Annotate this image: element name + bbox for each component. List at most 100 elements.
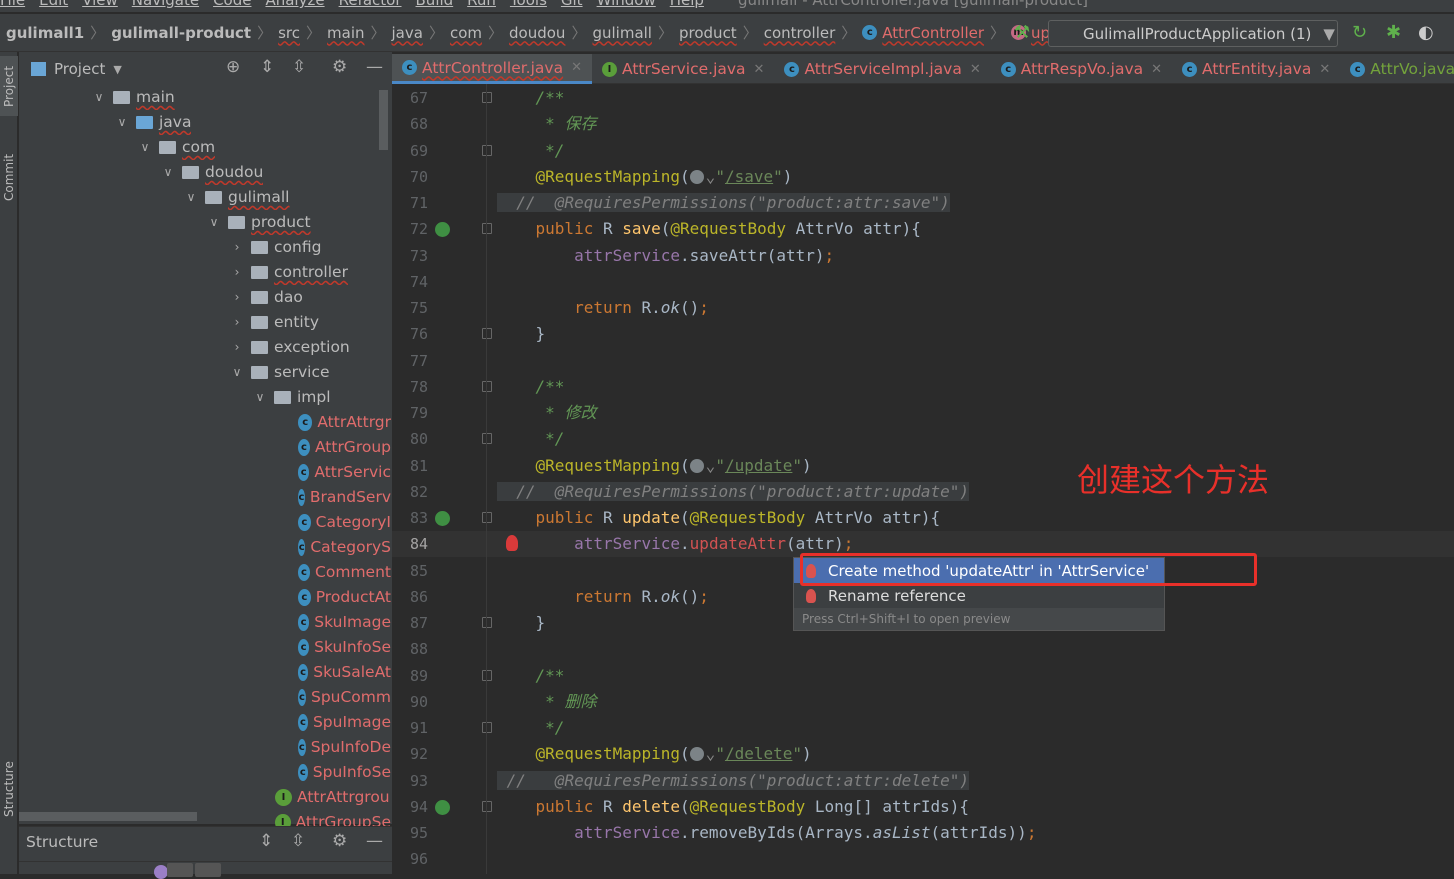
run-endpoint-icon[interactable] (435, 511, 450, 526)
fold-icon[interactable] (482, 433, 492, 445)
tree-item[interactable]: c SpuInfoDe (298, 735, 391, 760)
run-endpoint-icon[interactable] (435, 222, 450, 238)
chevron-down-icon[interactable]: ∨ (160, 160, 176, 185)
tree-vertical-scrollbar[interactable] (379, 90, 388, 150)
close-icon[interactable]: ✕ (1151, 62, 1162, 77)
hide-icon[interactable]: — (366, 831, 383, 851)
globe-icon[interactable] (689, 458, 704, 473)
structure-tool-tab[interactable]: Structure (0, 752, 18, 827)
tree-item[interactable]: ∨ com (137, 135, 216, 160)
tree-item[interactable]: c CategoryI (298, 510, 391, 535)
menu-item-help[interactable]: Help (670, 0, 704, 9)
tree-item[interactable]: › config (229, 235, 322, 260)
menu-item-build[interactable]: Build (416, 0, 454, 9)
debug-icon[interactable]: ✱ (1386, 22, 1401, 43)
chevron-right-icon[interactable]: › (229, 310, 245, 335)
run-configuration-select[interactable]: GulimallProductApplication (1) ▼ (1048, 20, 1338, 47)
breadcrumb-item[interactable]: com (450, 24, 482, 42)
menu-item-git[interactable]: Git (561, 0, 583, 9)
menu-item-code[interactable]: Code (213, 0, 251, 9)
fold-icon[interactable] (482, 92, 492, 103)
tree-item[interactable]: c AttrGroup (298, 435, 391, 460)
close-icon[interactable]: ✕ (970, 62, 981, 77)
tab-attrcontroller[interactable]: c AttrController.java ✕ (392, 54, 592, 84)
tree-item[interactable]: c ProductAt (298, 585, 391, 610)
tree-item[interactable]: c SkuInfoSe (298, 635, 391, 660)
menu-item-refactor[interactable]: Refactor (339, 0, 402, 9)
breadcrumb-item[interactable]: doudou (509, 24, 565, 42)
sort-visibility-icon[interactable] (154, 865, 168, 879)
hide-icon[interactable]: — (366, 57, 383, 77)
tab-attrvo[interactable]: cAttrVo.java✕ (1340, 54, 1454, 84)
chevron-down-icon[interactable]: ⌄ (706, 167, 716, 186)
chevron-down-icon[interactable]: ∨ (206, 210, 222, 235)
chevron-down-icon[interactable]: ∨ (91, 85, 107, 110)
gear-icon[interactable]: ⚙ (332, 57, 347, 77)
menu-item-edit[interactable]: Edit (39, 0, 68, 9)
show-inherited-icon[interactable] (195, 863, 221, 877)
tree-item[interactable]: c SpuImage (298, 710, 391, 735)
tree-item[interactable]: c SkuSaleAt (298, 660, 391, 685)
collapse-all-icon[interactable]: ⇳ (292, 57, 306, 77)
close-icon[interactable]: ✕ (571, 60, 582, 75)
tab-attrrespvo[interactable]: c AttrRespVo.java ✕ (991, 54, 1172, 84)
fold-icon[interactable] (482, 617, 492, 628)
tree-item[interactable]: c Comment (298, 560, 391, 585)
breadcrumb-item[interactable]: gulimall1 (6, 24, 84, 42)
breadcrumb-item[interactable]: java (392, 24, 423, 42)
tree-item[interactable]: c AttrServic (298, 460, 391, 485)
tree-item[interactable]: c BrandServ (298, 485, 391, 510)
rename-reference-action[interactable]: Rename reference (794, 583, 1164, 608)
fold-icon[interactable] (482, 669, 492, 681)
globe-icon[interactable] (689, 169, 704, 184)
chevron-right-icon[interactable]: › (229, 235, 245, 260)
locate-icon[interactable]: ⊕ (226, 57, 240, 77)
tree-item[interactable]: ∨ service (229, 360, 330, 385)
hammer-icon[interactable]: ⚒ (1014, 22, 1030, 43)
breadcrumb-item[interactable]: main (327, 24, 364, 42)
close-icon[interactable]: ✕ (1319, 62, 1330, 77)
tree-item[interactable]: c SpuComm (298, 685, 391, 710)
rerun-icon[interactable]: ↻ (1352, 22, 1367, 43)
fold-icon[interactable] (482, 800, 492, 812)
breadcrumb-item[interactable]: src (278, 24, 300, 42)
show-fields-icon[interactable] (167, 863, 193, 877)
tree-item[interactable]: c SpuInfoSe (298, 760, 391, 785)
breadcrumb-item[interactable]: controller (764, 24, 836, 42)
expand-all-icon[interactable]: ⇕ (259, 831, 273, 851)
tree-item[interactable]: I AttrAttrgrou (275, 785, 390, 810)
menu-item-window[interactable]: Window (597, 0, 656, 9)
chevron-down-icon[interactable]: ∨ (229, 360, 245, 385)
chevron-right-icon[interactable]: › (229, 285, 245, 310)
tree-item[interactable]: ∨ gulimall (183, 185, 290, 210)
breadcrumb-item[interactable]: gulimall (592, 24, 652, 42)
fold-icon[interactable] (482, 328, 492, 340)
chevron-down-icon[interactable]: ⌄ (706, 744, 716, 763)
breadcrumb-item[interactable]: AttrController (882, 24, 984, 42)
menu-item-navigate[interactable]: Navigate (132, 0, 199, 9)
tab-attrservice[interactable]: I AttrService.java ✕ (592, 54, 774, 84)
chevron-down-icon[interactable]: ∨ (252, 385, 268, 410)
chevron-down-icon[interactable]: ▼ (113, 63, 121, 76)
project-tool-tab[interactable]: Project (0, 56, 18, 116)
chevron-down-icon[interactable]: ∨ (137, 135, 153, 160)
menu-item-run[interactable]: Run (467, 0, 496, 9)
fold-icon[interactable] (482, 144, 492, 156)
menu-item-file[interactable]: File (0, 0, 25, 9)
chevron-down-icon[interactable]: ∨ (183, 185, 199, 210)
run-endpoint-icon[interactable] (435, 799, 450, 815)
tree-item[interactable]: › controller (229, 260, 348, 285)
close-icon[interactable]: ✕ (754, 62, 765, 77)
collapse-all-icon[interactable]: ⇳ (291, 831, 305, 851)
tree-item[interactable]: ∨ main (91, 85, 175, 110)
tree-item[interactable]: ∨ product (206, 210, 311, 235)
menu-item-tools[interactable]: Tools (510, 0, 547, 9)
tree-item[interactable]: › exception (229, 335, 350, 360)
tab-attrentity[interactable]: c AttrEntity.java ✕ (1172, 54, 1340, 84)
tree-item[interactable]: c AttrAttrgr (298, 410, 391, 435)
tree-horizontal-scrollbar[interactable] (19, 812, 197, 821)
tree-item[interactable]: ∨ doudou (160, 160, 264, 185)
breadcrumb-item[interactable]: product (679, 24, 737, 42)
fold-icon[interactable] (482, 722, 492, 733)
gear-icon[interactable]: ⚙ (332, 831, 347, 851)
